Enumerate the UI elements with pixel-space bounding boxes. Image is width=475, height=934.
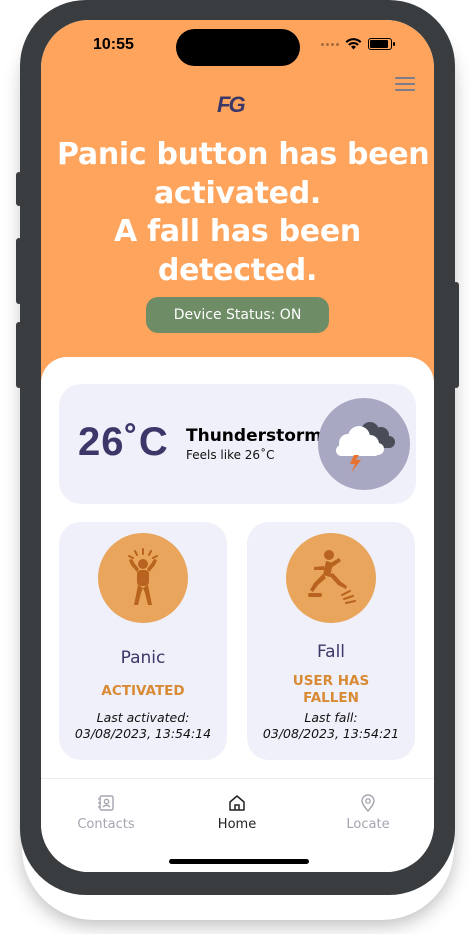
headline-line-4: detected. [157, 252, 318, 288]
side-button-volume-down [16, 322, 22, 388]
headline-line-2: activated. [153, 175, 321, 211]
panic-icon-circle [98, 533, 188, 623]
weather-condition: Thunderstorm [186, 426, 323, 446]
fall-alert-card[interactable]: Fall USER HAS FALLEN Last fall: 03/08/20… [247, 522, 415, 760]
fall-icon-circle [286, 533, 376, 623]
panic-alert-card[interactable]: Panic ACTIVATED Last activated: 03/08/20… [59, 522, 227, 760]
side-button-mute [16, 172, 22, 206]
hamburger-menu-icon[interactable] [395, 77, 415, 91]
weather-icon-circle [318, 398, 410, 490]
thunderstorm-cloud-icon [336, 422, 395, 473]
panic-title: Panic [120, 648, 166, 668]
signal-icon [321, 42, 339, 46]
panic-time-value: 03/08/2023, 13:54:14 [74, 726, 212, 741]
fall-status-line-2: FALLEN [303, 690, 359, 706]
panic-time-label: Last activated: [96, 710, 190, 725]
side-button-volume-up [16, 238, 22, 304]
app-screen: 10:55 FG Panic button has been activated… [41, 20, 434, 872]
app-logo: FG [217, 92, 246, 117]
bottom-tab-bar: Contacts Home Locate [41, 778, 434, 872]
status-bar-indicators [321, 37, 395, 51]
battery-icon [368, 38, 395, 50]
status-bar-time: 10:55 [93, 36, 134, 53]
wifi-icon [345, 38, 362, 50]
weather-feels-like: Feels like 26˚C [186, 448, 275, 462]
tab-locate[interactable]: Locate [313, 793, 423, 832]
tab-home[interactable]: Home [182, 793, 292, 832]
headline-line-3: A fall has been [114, 214, 361, 249]
dynamic-island [176, 29, 300, 66]
side-button-power [453, 282, 459, 388]
fall-title: Fall [316, 642, 346, 662]
fall-time-label: Last fall: [304, 710, 358, 725]
location-pin-icon [361, 794, 375, 813]
panic-person-icon [128, 548, 158, 605]
home-icon [229, 795, 245, 811]
weather-temperature: 26˚C [78, 420, 169, 464]
headline-line-1: Panic button has been [57, 137, 430, 172]
fall-status-line-1: USER HAS [292, 673, 370, 689]
tab-home-label: Home [217, 817, 257, 832]
home-indicator[interactable] [169, 859, 309, 864]
weather-card: 26˚C Thunderstorm Feels like 26˚C [59, 384, 416, 504]
alert-header: 10:55 FG Panic button has been activated… [41, 20, 434, 390]
panic-status: ACTIVATED [101, 683, 185, 699]
contacts-icon [98, 795, 114, 811]
main-content: 26˚C Thunderstorm Feels like 26˚C Panic … [41, 357, 434, 777]
tab-contacts[interactable]: Contacts [51, 793, 161, 832]
device-status-button[interactable]: Device Status: ON [146, 297, 329, 333]
alert-headline: Panic button has been activated. A fall … [57, 136, 430, 290]
tab-contacts-label: Contacts [77, 817, 135, 832]
tab-locate-label: Locate [346, 817, 390, 832]
fall-time-value: 03/08/2023, 13:54:21 [262, 726, 400, 741]
falling-person-icon [308, 550, 356, 604]
